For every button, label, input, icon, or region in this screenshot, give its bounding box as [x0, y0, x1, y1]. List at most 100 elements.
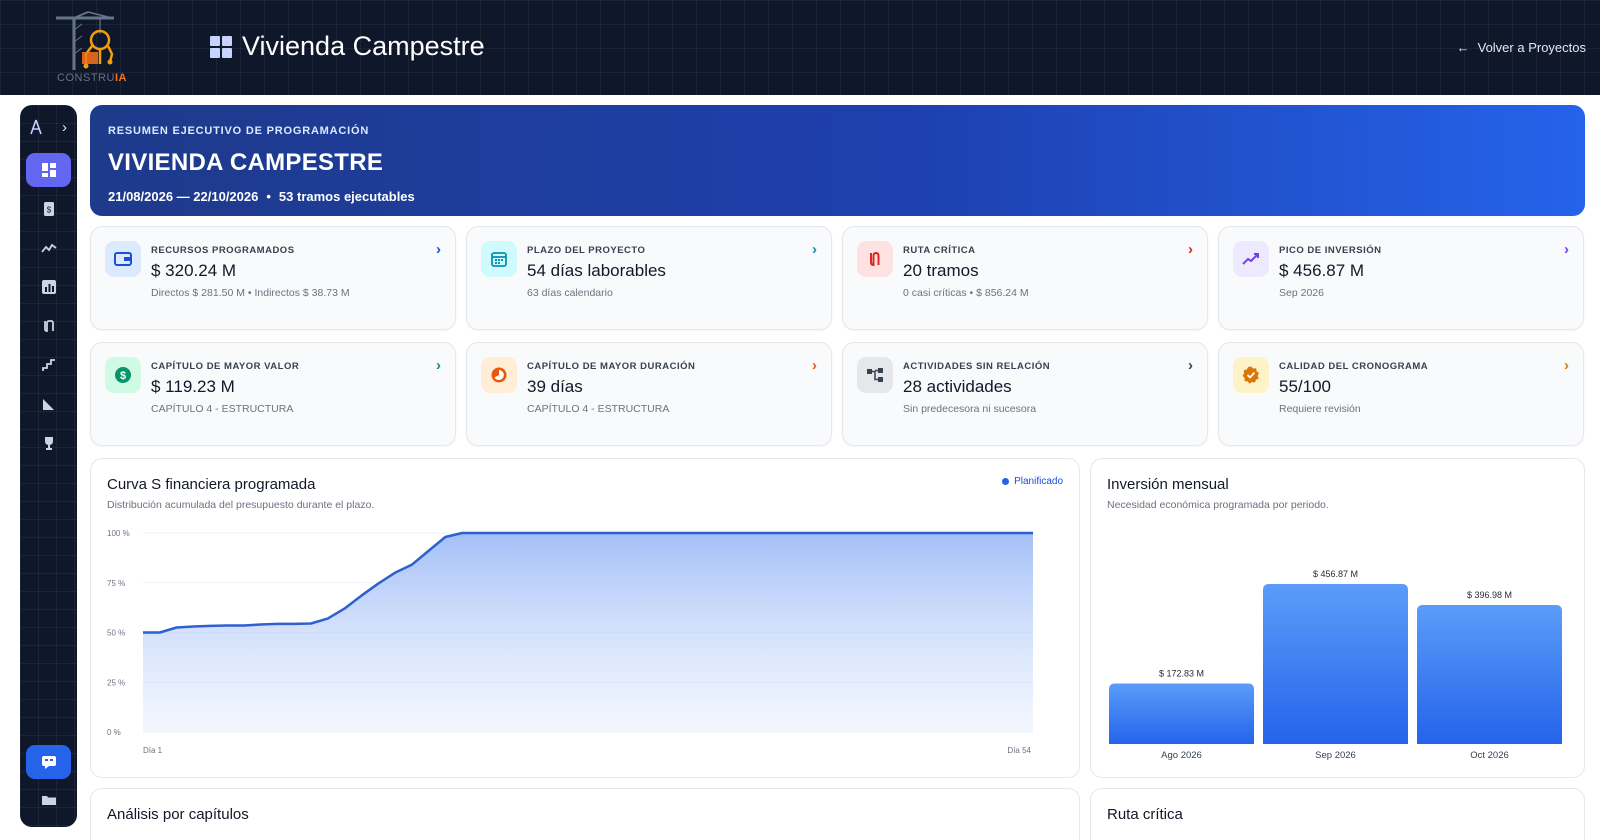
- kpi-label: CALIDAD DEL CRONOGRAMA: [1279, 361, 1429, 372]
- route-icon: [43, 320, 54, 332]
- kpi-value: 54 días laborables: [527, 261, 666, 280]
- bar-chart-icon: [41, 280, 56, 294]
- kpi-card-investment-peak[interactable]: PICO DE INVERSIÓN $ 456.87 M Sep 2026 ›: [1218, 226, 1584, 330]
- logo-text-accent: IA: [114, 72, 127, 84]
- kpi-label: CAPÍTULO DE MAYOR DURACIÓN: [527, 361, 696, 372]
- construia-logo[interactable]: CONSTRUIA: [52, 10, 132, 88]
- sidebar-item-scurve[interactable]: [26, 231, 71, 265]
- bar[interactable]: [1109, 683, 1254, 744]
- logo-text: CONSTRU: [57, 72, 115, 84]
- chevron-right-icon: ›: [1188, 357, 1193, 374]
- monthly-bar-chart: $ 172.83 M Ago 2026 $ 456.87 M Sep 2026 $ 39…: [1109, 569, 1562, 761]
- kpi-value: $ 119.23 M: [151, 377, 235, 396]
- y-tick-label: 50 %: [107, 629, 125, 638]
- network-icon: [857, 357, 893, 393]
- bar-value-label: $ 396.98 M: [1467, 590, 1512, 600]
- kpi-detail: CAPÍTULO 4 - ESTRUCTURA: [527, 403, 670, 415]
- meta-separator: •: [266, 189, 271, 204]
- svg-text:$: $: [46, 206, 51, 215]
- bar[interactable]: [1263, 584, 1408, 744]
- y-tick-label: 100 %: [107, 529, 130, 538]
- bar-category-label: Oct 2026: [1470, 750, 1509, 761]
- badge-check-icon: [1233, 357, 1269, 393]
- dollar-circle-icon: $: [105, 357, 141, 393]
- sidebar-item-progress[interactable]: [26, 348, 71, 382]
- executable-segments: 53 tramos ejecutables: [278, 189, 415, 204]
- kpi-detail: CAPÍTULO 4 - ESTRUCTURA: [151, 403, 294, 415]
- sidebar-item-reports[interactable]: [26, 270, 71, 304]
- chevron-right-icon: ›: [812, 357, 817, 374]
- sidebar-item-quality[interactable]: [26, 426, 71, 460]
- kpi-label: ACTIVIDADES SIN RELACIÓN: [903, 361, 1051, 372]
- chevron-right-icon: ›: [436, 357, 441, 374]
- sidebar-item-assistant[interactable]: [26, 745, 71, 779]
- sidebar-item-quantities[interactable]: [26, 387, 71, 421]
- trophy-icon: [44, 437, 53, 450]
- dashboard-icon: [210, 35, 232, 58]
- kpi-detail: Sep 2026: [1279, 287, 1324, 299]
- y-tick-label: 75 %: [107, 579, 125, 588]
- bar-value-label: $ 172.83 M: [1159, 668, 1204, 678]
- trend-line-icon: [40, 243, 57, 253]
- bar-value-label: $ 456.87 M: [1313, 569, 1358, 579]
- kpi-card-schedule-quality[interactable]: CALIDAD DEL CRONOGRAMA 55/100 Requiere r…: [1218, 342, 1584, 446]
- chevron-right-icon: ›: [1564, 357, 1569, 374]
- kpi-card-highest-value-chapter[interactable]: $ CAPÍTULO DE MAYOR VALOR $ 119.23 M CAP…: [90, 342, 456, 446]
- chapters-analysis-title: Análisis por capítulos: [107, 806, 249, 823]
- kpi-card-longest-chapter[interactable]: CAPÍTULO DE MAYOR DURACIÓN 39 días CAPÍT…: [466, 342, 832, 446]
- monthly-investment-panel: Inversión mensual Necesidad económica pr…: [1090, 458, 1585, 778]
- trend-up-icon: [1233, 241, 1269, 277]
- kpi-detail: 63 días calendario: [527, 287, 613, 299]
- kpi-label: RUTA CRÍTICA: [903, 245, 976, 256]
- document-dollar-icon: $: [43, 202, 54, 216]
- sidebar-item-critical-path[interactable]: [26, 309, 71, 343]
- timer-icon: [481, 357, 517, 393]
- bar-category-label: Sep 2026: [1315, 750, 1356, 761]
- dashboard-icon: [41, 163, 56, 177]
- sidebar-item-budget[interactable]: $: [26, 192, 71, 226]
- critical-path-panel: Ruta crítica: [1090, 788, 1585, 840]
- expand-sidebar-icon[interactable]: ›: [62, 119, 67, 136]
- kpi-label: CAPÍTULO DE MAYOR VALOR: [151, 361, 300, 372]
- page-title: Vivienda Campestre: [242, 31, 485, 61]
- kpi-value: $ 320.24 M: [151, 261, 237, 280]
- back-to-projects-label: Volver a Proyectos: [1477, 40, 1586, 55]
- kpi-value: 28 actividades: [903, 377, 1012, 396]
- kpi-value: 55/100: [1279, 377, 1331, 396]
- kpi-label: RECURSOS PROGRAMADOS: [151, 245, 295, 256]
- bar-category-label: Ago 2026: [1161, 750, 1202, 761]
- project-name: VIVIENDA CAMPESTRE: [108, 149, 384, 176]
- compass-icon[interactable]: [30, 119, 42, 135]
- steps-icon: [41, 359, 55, 371]
- crane-icon: [56, 11, 114, 70]
- arrow-left-icon: ←: [1456, 40, 1470, 55]
- ruler-triangle-icon: [42, 399, 54, 410]
- y-tick-label: 0 %: [107, 728, 121, 737]
- folder-icon: [41, 796, 56, 805]
- kpi-detail: Directos $ 281.50 M • Indirectos $ 38.73…: [151, 287, 350, 299]
- sidebar-item-files[interactable]: [26, 783, 71, 817]
- kpi-card-critical-path[interactable]: RUTA CRÍTICA 20 tramos 0 casi críticas •…: [842, 226, 1208, 330]
- chevron-right-icon: ›: [812, 241, 817, 258]
- kpi-value: 39 días: [527, 377, 583, 396]
- banner-kicker: RESUMEN EJECUTIVO DE PROGRAMACIÓN: [108, 125, 370, 137]
- kpi-detail: Requiere revisión: [1279, 403, 1361, 415]
- scurve-chart: 0 % 25 % 50 % 75 % 100 % Día 1 Día 54: [107, 529, 1033, 755]
- scurve-panel: Curva S financiera programada Distribuci…: [90, 458, 1080, 778]
- kpi-card-unlinked-activities[interactable]: ACTIVIDADES SIN RELACIÓN 28 actividades …: [842, 342, 1208, 446]
- chevron-right-icon: ›: [1188, 241, 1193, 258]
- kpi-card-duration[interactable]: PLAZO DEL PROYECTO 54 días laborables 63…: [466, 226, 832, 330]
- y-tick-label: 25 %: [107, 678, 125, 687]
- kpi-label: PICO DE INVERSIÓN: [1279, 245, 1382, 256]
- kpi-value: $ 456.87 M: [1279, 261, 1365, 280]
- critical-path-title: Ruta crítica: [1107, 806, 1183, 823]
- calendar-icon: [481, 241, 517, 277]
- kpi-card-resources[interactable]: RECURSOS PROGRAMADOS $ 320.24 M Directos…: [90, 226, 456, 330]
- kpi-detail: Sin predecesora ni sucesora: [903, 403, 1037, 415]
- bar[interactable]: [1417, 604, 1562, 744]
- back-to-projects-link[interactable]: ← Volver a Proyectos: [1457, 40, 1586, 55]
- sidebar-item-dashboard[interactable]: [26, 153, 71, 187]
- chevron-right-icon: ›: [436, 241, 441, 258]
- kpi-detail: 0 casi críticas • $ 856.24 M: [903, 287, 1029, 299]
- svg-text:$: $: [120, 370, 126, 382]
